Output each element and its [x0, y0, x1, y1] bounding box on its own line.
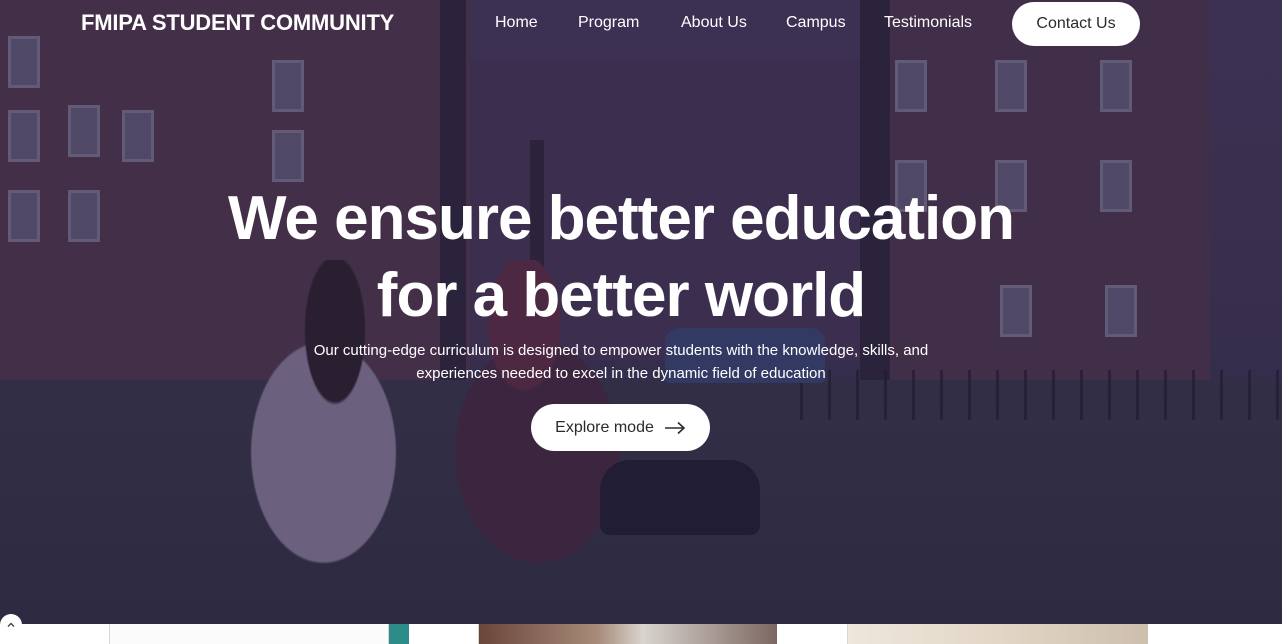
explore-button[interactable]: Explore mode	[531, 404, 710, 451]
hero-subtitle-line: Our cutting-edge curriculum is designed …	[313, 342, 929, 359]
hero-subtitle: Our cutting-edge curriculum is designed …	[250, 339, 992, 385]
top-navigation: FMIPA STUDENT COMMUNITY Home Program Abo…	[0, 0, 1282, 48]
contact-us-button[interactable]: Contact Us	[1012, 2, 1140, 46]
nav-link-testimonials[interactable]: Testimonials	[884, 14, 972, 32]
card-photo-laptop[interactable]	[478, 624, 777, 644]
hero-title: We ensure better education for a better …	[0, 180, 1242, 334]
chevron-up-icon	[7, 622, 15, 627]
card-photo[interactable]	[847, 624, 1148, 644]
brand-logo-text[interactable]: FMIPA STUDENT COMMUNITY	[81, 10, 394, 36]
nav-link-about-us[interactable]: About Us	[681, 14, 747, 32]
explore-button-label: Explore mode	[555, 418, 654, 436]
cards-strip	[0, 624, 1282, 644]
hero-subtitle-line: experiences needed to excel in the dynam…	[416, 365, 826, 382]
arrow-right-icon	[664, 421, 686, 434]
nav-link-campus[interactable]: Campus	[786, 14, 846, 32]
card-document-preview[interactable]	[109, 624, 409, 644]
hero-section: FMIPA STUDENT COMMUNITY Home Program Abo…	[0, 0, 1282, 624]
nav-link-program[interactable]: Program	[578, 14, 639, 32]
scroll-control-icon[interactable]	[0, 614, 22, 636]
nav-link-home[interactable]: Home	[495, 14, 538, 32]
hero-title-line: for a better world	[376, 261, 866, 330]
hero-title-line: We ensure better education	[228, 184, 1015, 253]
card-accent	[388, 624, 409, 644]
